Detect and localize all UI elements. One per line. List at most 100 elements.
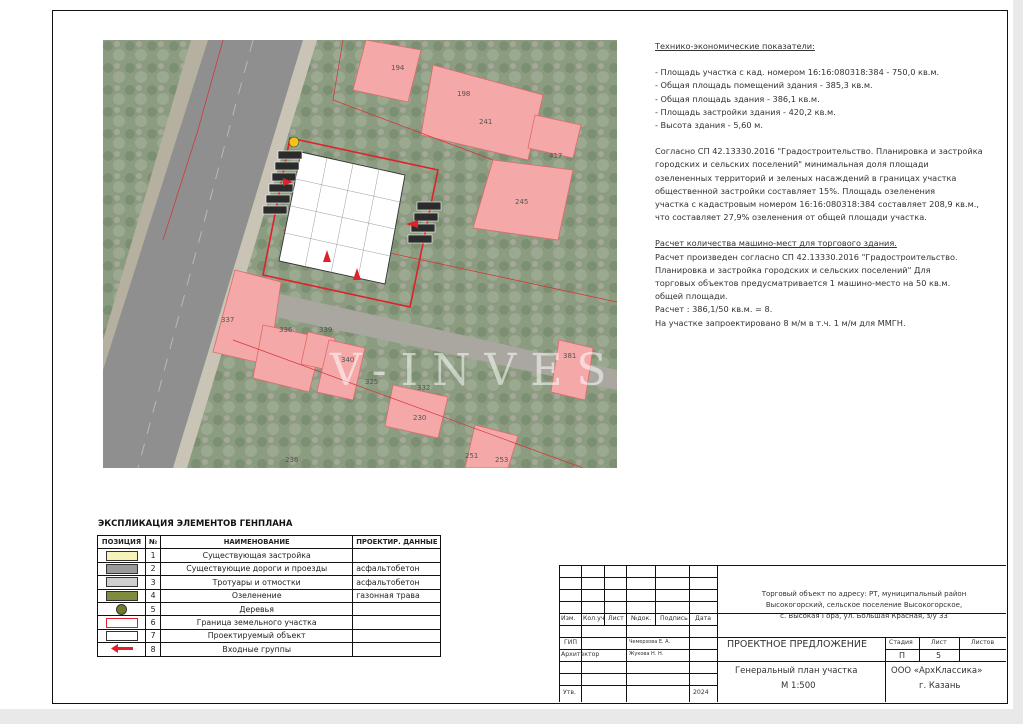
row-number: 3 xyxy=(144,575,162,590)
col-label: Дата xyxy=(695,615,712,622)
staff-role: Архитектор xyxy=(561,651,600,658)
table-row: 4 Озеленение газонная трава xyxy=(97,588,442,603)
row-number: 8 xyxy=(144,642,162,657)
staff-name: Чемерзова Е. А. xyxy=(629,639,671,645)
parking-text-line: общей площади. xyxy=(655,291,728,302)
table-row: 7 Проектируемый объект xyxy=(97,628,442,644)
tep-item: - Площадь застройки здания - 420,2 кв.м. xyxy=(655,106,836,117)
lot-number: 241 xyxy=(479,118,492,126)
title-block: Торговый объект по адресу: РТ, муниципал… xyxy=(559,565,1006,702)
row-name: Входные группы xyxy=(160,642,354,657)
col-label: Подпись xyxy=(660,615,688,622)
sheet-value: 5 xyxy=(936,651,942,660)
tep-item: - Общая площадь здания - 386,1 кв.м. xyxy=(655,93,820,104)
row-data: газонная трава xyxy=(352,588,442,603)
sheet-label: Лист xyxy=(931,639,947,646)
swatch xyxy=(105,630,138,641)
tree-icon xyxy=(116,603,127,615)
swatch xyxy=(105,577,138,588)
table-row: 1 Существующая застройка xyxy=(97,548,442,563)
parking-text-line: Расчет : 386,1/50 кв.м. = 8. xyxy=(655,304,773,315)
swatch xyxy=(105,563,138,574)
table-row: 5 Деревья xyxy=(97,601,442,617)
stage-title: ПРОЕКТНОЕ ПРЕДЛОЖЕНИЕ xyxy=(727,639,867,650)
address-line: Торговый объект по адресу: РТ, муниципал… xyxy=(761,590,967,598)
lot-number: 336 xyxy=(279,326,293,334)
address-line: с. Высокая Гора, ул. Большая Красная, з/… xyxy=(780,612,948,620)
row-data xyxy=(352,615,442,630)
lot-number: 417 xyxy=(549,152,562,160)
lot-number: 253 xyxy=(495,456,508,464)
sheet-name: Генеральный план участка xyxy=(735,666,858,676)
row-data xyxy=(352,548,442,563)
row-name: Проектируемый объект xyxy=(160,628,354,644)
lot-number: 194 xyxy=(391,64,405,72)
row-name: Существующие дороги и проезды xyxy=(160,561,354,577)
row-name: Существующая застройка xyxy=(160,548,354,563)
row-name: Озеленение xyxy=(160,588,354,603)
lot-number: 198 xyxy=(457,90,470,98)
city: г. Казань xyxy=(919,681,961,691)
tep-heading: Технико-экономические показатели: xyxy=(655,41,815,51)
explication-title: ЭКСПЛИКАЦИЯ ЭЛЕМЕНТОВ ГЕНПЛАНА xyxy=(98,519,293,529)
row-name: Граница земельного участка xyxy=(160,615,354,630)
row-number: 6 xyxy=(144,615,162,630)
row-number: 5 xyxy=(144,601,162,617)
lot-number: 245 xyxy=(515,198,528,206)
green-text-line: общественной застройки составляет 15%. П… xyxy=(655,185,936,196)
technical-indicators: Технико-экономические показатели: - Площ… xyxy=(655,40,1000,330)
staff-name: Жукова Н. Н. xyxy=(629,651,664,657)
sheets-label: Листов xyxy=(971,639,995,646)
green-text-line: участка с кадастровым номером 16:16:0803… xyxy=(655,199,979,210)
explication-table: ПОЗИЦИЯ № НАИМЕНОВАНИЕ ПРОЕКТИР. ДАННЫЕ … xyxy=(97,534,442,657)
row-number: 4 xyxy=(144,588,162,603)
year: 2024 xyxy=(693,689,709,696)
col-label: Изм. xyxy=(561,615,576,622)
approved-label: Утв. xyxy=(563,689,576,696)
table-row: 8 Входные группы xyxy=(97,642,442,657)
green-text-line: озелененных территорий и зеленых насажде… xyxy=(655,172,957,183)
row-data xyxy=(352,642,442,657)
lot-number: 251 xyxy=(465,452,478,460)
parking-text-line: Планировка и застройка городских и сельс… xyxy=(655,264,931,275)
header-position: ПОЗИЦИЯ xyxy=(97,534,146,550)
staff-role: ГИП xyxy=(564,639,578,646)
row-name: Деревья xyxy=(160,601,354,617)
address: Торговый объект по адресу: РТ, муниципал… xyxy=(744,589,984,622)
row-data: асфальтобетон xyxy=(352,561,442,577)
table-row: 6 Граница земельного участка xyxy=(97,615,442,630)
header-number: № xyxy=(144,534,162,550)
parking-text-line: Расчет произведен согласно СП 42.13330.2… xyxy=(655,251,958,262)
header-design-data: ПРОЕКТИР. ДАННЫЕ xyxy=(352,534,442,550)
row-data xyxy=(352,628,442,644)
col-label: Кол.уч xyxy=(583,615,605,622)
header-name: НАИМЕНОВАНИЕ xyxy=(160,534,354,550)
company-name: ООО «АрхКлассика» xyxy=(891,666,983,676)
parking-text-line: На участке запроектировано 8 м/м в т.ч. … xyxy=(655,317,906,328)
swatch xyxy=(105,617,138,628)
stage-value: П xyxy=(899,651,906,660)
swatch xyxy=(105,550,138,561)
scale: М 1:500 xyxy=(781,681,816,691)
parking-heading: Расчет количества машино-мест для торгов… xyxy=(655,238,897,249)
lot-number: 236 xyxy=(285,456,299,464)
green-text-line: городских и сельских поселений" минималь… xyxy=(655,159,929,170)
green-text-line: Согласно СП 42.13330.2016 "Градостроител… xyxy=(655,146,983,157)
row-number: 2 xyxy=(144,561,162,577)
col-label: №док. xyxy=(631,615,652,622)
tep-item: - Площадь участка с кад. номером 16:16:0… xyxy=(655,67,940,78)
stage-label: Стадия xyxy=(889,639,913,646)
tep-item: - Высота здания - 5,60 м. xyxy=(655,120,763,131)
drawing-sheet: 194 198 241 417 245 337 336 339 340 325 … xyxy=(0,0,1013,709)
table-row: 3 Тротуары и отмостки асфальтобетон xyxy=(97,575,442,590)
row-name: Тротуары и отмостки xyxy=(160,575,354,590)
lot-number: 337 xyxy=(221,316,234,324)
site-plan-map: 194 198 241 417 245 337 336 339 340 325 … xyxy=(103,40,617,468)
row-number: 1 xyxy=(144,548,162,563)
entrance-arrow-icon xyxy=(110,643,133,653)
green-text-line: что составляет 27,9% озеленения от общей… xyxy=(655,212,927,223)
parking-text-line: торговых объектов предусматривается 1 ма… xyxy=(655,278,951,289)
watermark: V-INVEST xyxy=(330,345,664,396)
address-line: Высокогорский, сельское поселение Высоко… xyxy=(765,601,963,609)
row-data: асфальтобетон xyxy=(352,575,442,590)
